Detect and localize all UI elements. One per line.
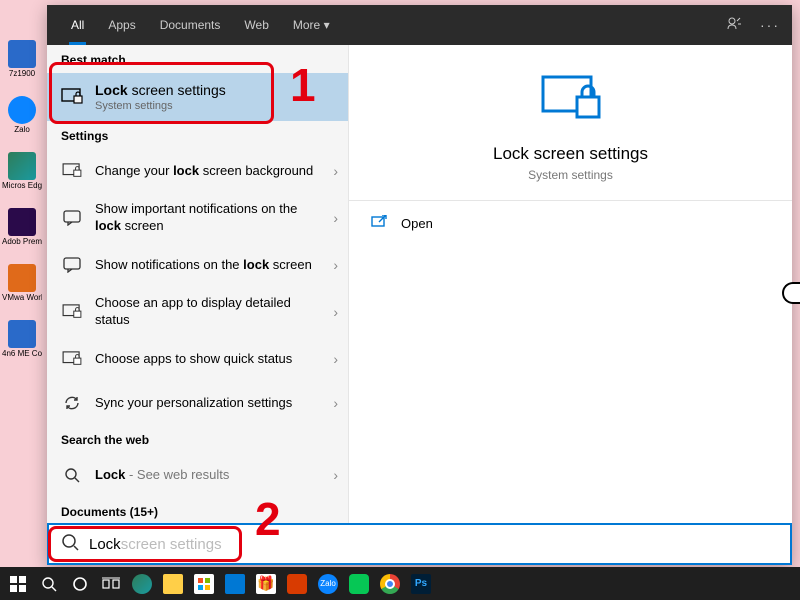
taskbar-app-photoshop[interactable]: Ps (407, 570, 435, 598)
taskbar-app-store[interactable] (190, 570, 218, 598)
settings-result[interactable]: Change your lock screen background › (47, 149, 348, 193)
more-options-icon[interactable]: ··· (760, 17, 780, 33)
taskbar-app-office[interactable] (283, 570, 311, 598)
preview-title: Lock screen settings (369, 144, 772, 164)
desktop-icon[interactable]: Micros Edge (4, 152, 40, 190)
tab-documents[interactable]: Documents (148, 5, 233, 45)
documents-header: Documents (15+) (47, 497, 348, 523)
tab-more[interactable]: More ▾ (281, 5, 342, 45)
taskbar-app-zalo[interactable]: Zalo (314, 570, 342, 598)
chevron-right-icon: › (333, 304, 338, 320)
task-view-icon[interactable] (97, 570, 125, 598)
open-icon (371, 215, 387, 232)
taskbar-app-mail[interactable] (221, 570, 249, 598)
taskbar-app-gift[interactable]: 🎁 (252, 570, 280, 598)
taskbar: 🎁 Zalo Ps (0, 567, 800, 600)
settings-header: Settings (47, 121, 348, 149)
taskbar-search-icon[interactable] (35, 570, 63, 598)
chevron-right-icon: › (333, 163, 338, 179)
taskbar-app-line[interactable] (345, 570, 373, 598)
settings-result[interactable]: Choose apps to show quick status › (47, 337, 348, 381)
best-match-text: Lock screen settings System settings (95, 81, 338, 113)
chevron-right-icon: › (333, 395, 338, 411)
chevron-right-icon: › (333, 467, 338, 483)
desktop-icon[interactable]: Zalo (4, 96, 40, 134)
tab-all[interactable]: All (59, 5, 96, 45)
open-action[interactable]: Open (349, 201, 792, 246)
settings-result[interactable]: Show notifications on the lock screen › (47, 243, 348, 287)
tab-apps[interactable]: Apps (96, 5, 147, 45)
feedback-icon[interactable] (726, 16, 742, 35)
search-icon (61, 464, 83, 486)
chevron-right-icon: › (333, 210, 338, 226)
lock-screen-large-icon (369, 73, 772, 128)
desktop-icons: 7z1900 Zalo Micros Edge Adob Premiere VM… (4, 40, 44, 358)
cortana-icon[interactable] (66, 570, 94, 598)
sync-icon (61, 392, 83, 414)
lock-screen-icon (61, 160, 83, 182)
best-match-header: Best match (47, 45, 348, 73)
notification-icon (61, 254, 83, 276)
taskbar-app-chrome[interactable] (376, 570, 404, 598)
desktop-icon[interactable]: Adob Premiere (4, 208, 40, 246)
taskbar-app-edge[interactable] (128, 570, 156, 598)
taskbar-app-explorer[interactable] (159, 570, 187, 598)
decorative-curve (782, 282, 800, 304)
chevron-down-icon: ▾ (324, 18, 330, 32)
start-button[interactable] (4, 570, 32, 598)
search-icon (61, 533, 79, 556)
chevron-right-icon: › (333, 351, 338, 367)
notification-icon (61, 207, 83, 229)
search-web-header: Search the web (47, 425, 348, 453)
preview-subtitle: System settings (369, 168, 772, 182)
chevron-right-icon: › (333, 257, 338, 273)
search-box[interactable]: Lock screen settings (47, 523, 792, 565)
best-match-result[interactable]: Lock screen settings System settings (47, 73, 348, 121)
desktop-icon[interactable]: 7z1900 (4, 40, 40, 78)
search-input[interactable]: Lock screen settings (89, 536, 778, 553)
lock-screen-icon (61, 348, 83, 370)
search-results-column: Best match Lock screen settings System s… (47, 45, 349, 523)
settings-result[interactable]: Choose an app to display detailed status… (47, 287, 348, 337)
lock-screen-icon (61, 86, 83, 108)
search-tabs-bar: All Apps Documents Web More ▾ ··· (47, 5, 792, 45)
tab-web[interactable]: Web (232, 5, 280, 45)
desktop-icon[interactable]: 4n6 ME Conver (4, 320, 40, 358)
desktop-icon[interactable]: VMwa Workst (4, 264, 40, 302)
windows-search-panel: All Apps Documents Web More ▾ ··· Best m… (47, 5, 792, 565)
settings-result[interactable]: Show important notifications on the lock… (47, 193, 348, 243)
lock-screen-icon (61, 301, 83, 323)
web-result[interactable]: Lock - See web results › (47, 453, 348, 497)
open-label: Open (401, 216, 433, 231)
settings-result[interactable]: Sync your personalization settings › (47, 381, 348, 425)
search-preview-column: Lock screen settings System settings Ope… (349, 45, 792, 523)
